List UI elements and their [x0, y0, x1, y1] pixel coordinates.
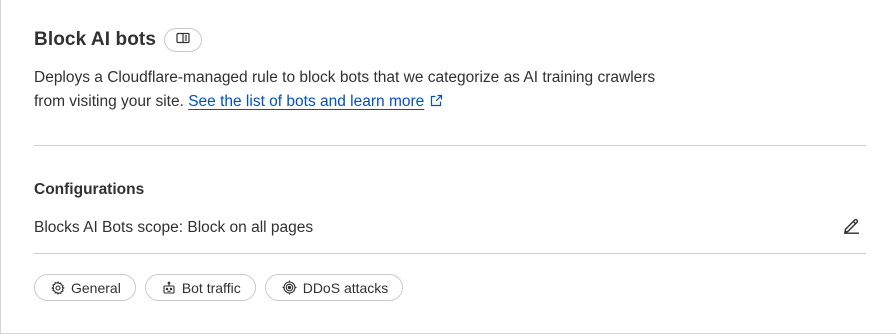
bots-list-link[interactable]: See the list of bots and learn more: [188, 93, 424, 110]
tag-list: General Bot traffic DDoS attacks: [34, 274, 404, 301]
edit-scope-button[interactable]: [840, 217, 862, 239]
tag-label: Bot traffic: [181, 279, 241, 296]
title-row: Block AI bots: [34, 28, 202, 52]
tag-bot-traffic[interactable]: Bot traffic: [144, 274, 256, 301]
book-icon: [176, 31, 190, 49]
documentation-button[interactable]: [164, 28, 202, 52]
tag-label: DDoS attacks: [302, 279, 389, 296]
section-divider: [34, 145, 866, 146]
pencil-icon: [843, 217, 860, 239]
tag-general[interactable]: General: [34, 274, 136, 301]
external-link-icon[interactable]: [430, 91, 443, 115]
bots-list-link-label: See the list of bots and learn more: [188, 93, 425, 110]
configurations-heading: Configurations: [34, 181, 145, 198]
robot-icon: [162, 281, 176, 295]
scope-text: Blocks AI Bots scope: Block on all pages: [34, 219, 314, 236]
scope-row: Blocks AI Bots scope: Block on all pages: [34, 217, 866, 239]
tag-label: General: [71, 279, 121, 296]
target-icon: [282, 280, 297, 295]
block-ai-bots-card: Block AI bots Deploys a Cloudflare-manag…: [0, 0, 896, 334]
tag-ddos-attacks[interactable]: DDoS attacks: [264, 274, 404, 301]
description: Deploys a Cloudflare-managed rule to blo…: [34, 66, 674, 115]
page-title: Block AI bots: [34, 29, 156, 50]
gear-icon: [51, 280, 65, 295]
config-divider: [34, 253, 866, 254]
